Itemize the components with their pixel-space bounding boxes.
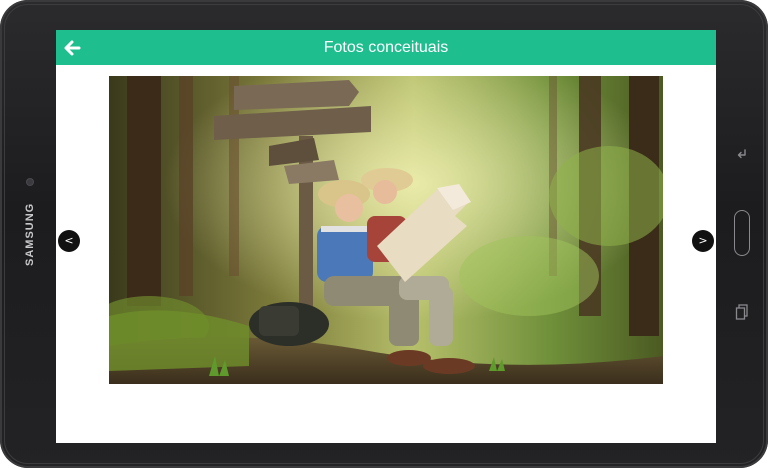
- page-title: Fotos conceituais: [323, 39, 449, 56]
- recent-apps-icon[interactable]: [735, 304, 749, 320]
- next-photo-button[interactable]: >: [692, 230, 714, 252]
- app-bar: Fotos conceituais: [56, 30, 716, 65]
- device-brand-logo: SAMSUNG: [24, 202, 36, 266]
- tablet-frame: SAMSUNG Fotos conceituais < >: [0, 0, 768, 468]
- home-key[interactable]: [734, 210, 750, 256]
- forest-children-map-illustration: [109, 76, 663, 384]
- back-key-icon[interactable]: [734, 146, 750, 162]
- app-screen: Fotos conceituais < >: [56, 30, 716, 443]
- previous-photo-button[interactable]: <: [58, 230, 80, 252]
- gallery-photo: [109, 76, 663, 384]
- front-camera: [27, 179, 33, 185]
